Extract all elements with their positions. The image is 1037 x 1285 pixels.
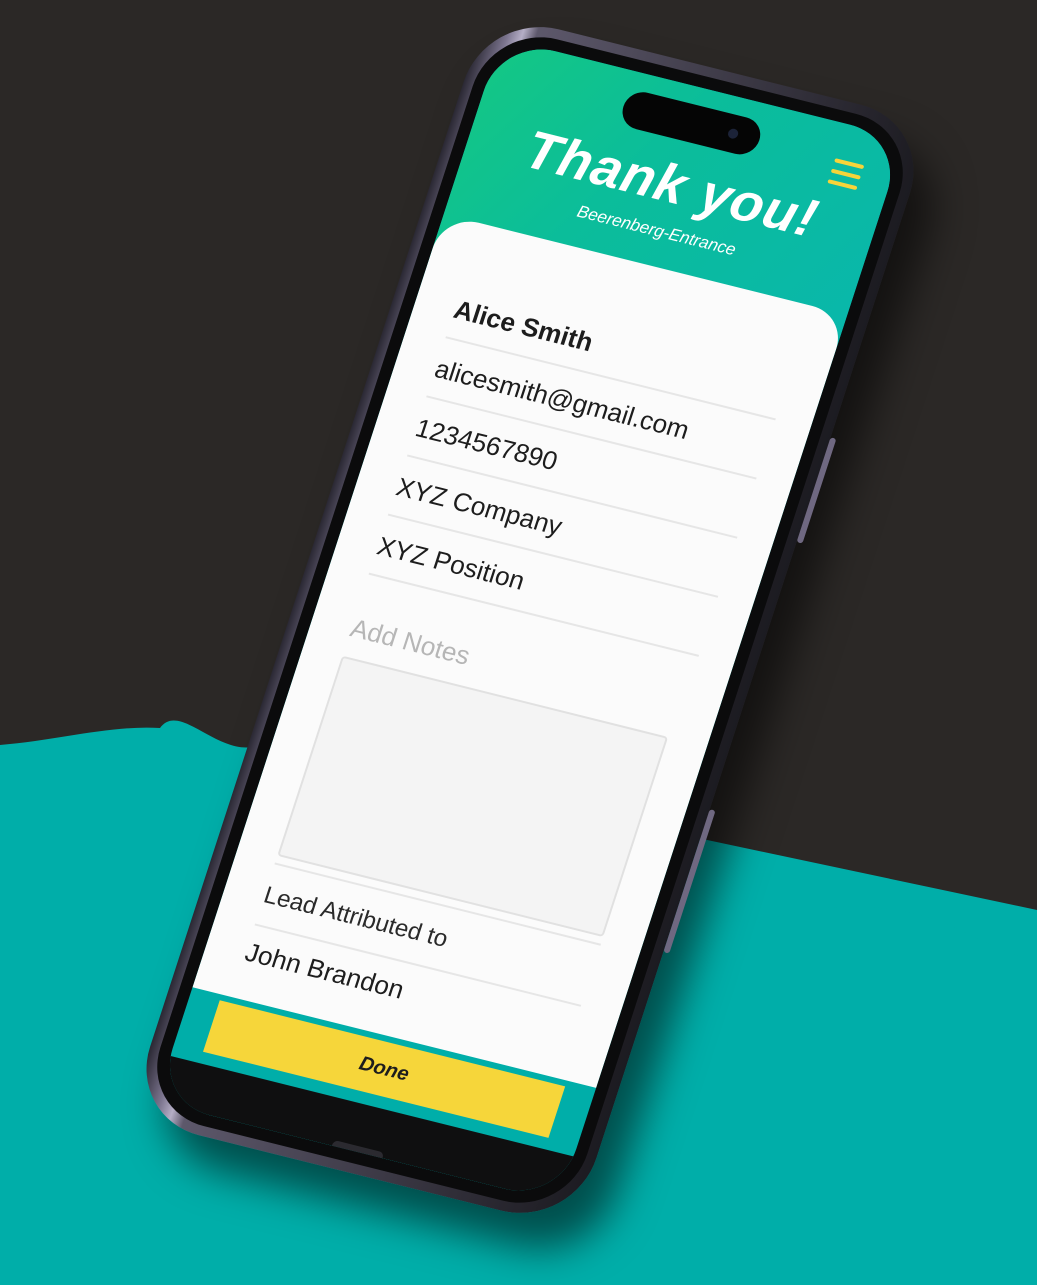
hamburger-menu-icon[interactable] xyxy=(827,158,865,191)
notes-section: Add Notes xyxy=(274,605,685,946)
camera-icon xyxy=(726,127,740,140)
